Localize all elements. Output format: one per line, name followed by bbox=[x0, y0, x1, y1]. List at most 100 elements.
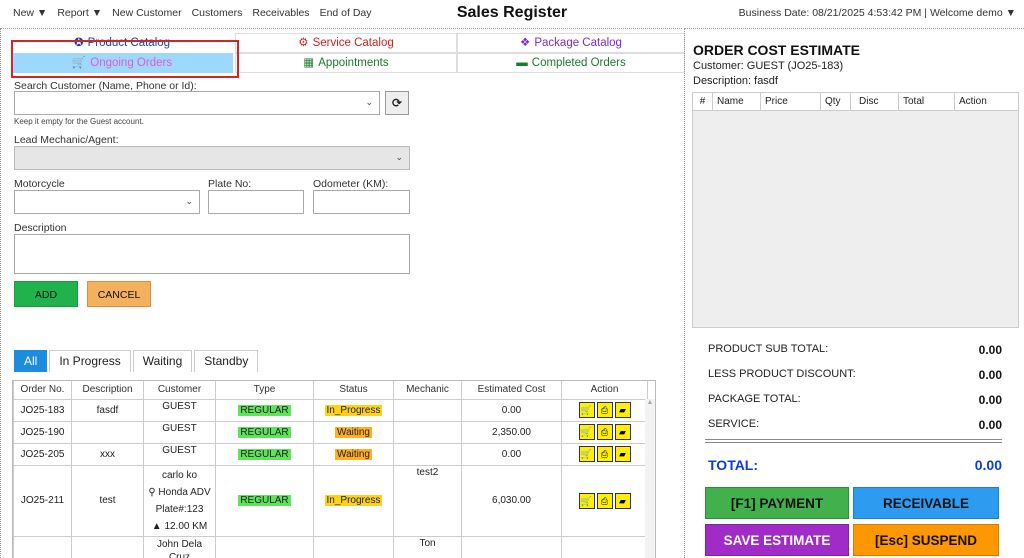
order-cost: 0.00 bbox=[461, 442, 562, 466]
col-status[interactable]: Status bbox=[313, 381, 394, 400]
cart-icon[interactable]: 🛒 bbox=[578, 492, 595, 509]
orders-table-container: Order No. Description Customer Type Stat… bbox=[12, 380, 656, 558]
order-status: In_Progress bbox=[313, 464, 394, 537]
tab-appointments[interactable]: ▦ Appointments bbox=[235, 53, 457, 73]
menu-customers[interactable]: Customers bbox=[192, 7, 243, 19]
tab-waiting[interactable]: Waiting bbox=[132, 350, 193, 372]
col-type[interactable]: Type bbox=[215, 381, 314, 400]
tab-in-progress[interactable]: In Progress bbox=[49, 350, 131, 372]
order-cost: 6,030.00 bbox=[461, 464, 562, 537]
table-row[interactable]: JO25-211 test carlo ko ⚲ Honda ADV Plate… bbox=[13, 464, 648, 537]
order-no bbox=[13, 535, 72, 558]
plate-input[interactable] bbox=[208, 190, 304, 214]
tab-standby[interactable]: Standby bbox=[194, 350, 259, 372]
order-mechanic bbox=[393, 420, 462, 444]
cart-icon[interactable]: 🛒 bbox=[578, 424, 595, 440]
menu-new[interactable]: New ▼ bbox=[13, 7, 47, 19]
order-status: In_Progress bbox=[313, 398, 394, 422]
search-customer-select[interactable]: ⌄ bbox=[14, 91, 380, 115]
estimate-customer: Customer: GUEST (JO25-183) bbox=[693, 60, 844, 72]
order-customer: GUEST bbox=[143, 420, 216, 444]
tab-completed-orders[interactable]: ▬ Completed Orders bbox=[457, 53, 685, 73]
table-row[interactable]: John Dela Cruz 09999999999 Ton bbox=[13, 535, 648, 558]
order-status: Waiting bbox=[313, 442, 394, 466]
cart-icon[interactable]: 🛒 bbox=[578, 402, 595, 418]
lead-mechanic-select[interactable]: ⌄ bbox=[14, 146, 410, 170]
print-icon[interactable]: ⎙ bbox=[596, 446, 613, 462]
order-type: REGULAR bbox=[215, 398, 314, 422]
dropbox-icon: ❖ bbox=[520, 37, 531, 49]
order-no: JO25-190 bbox=[13, 420, 72, 444]
order-customer: carlo ko ⚲ Honda ADV Plate#:123 ▲ 12.00 … bbox=[143, 464, 216, 537]
chevron-down-icon: ⌄ bbox=[185, 196, 193, 206]
product-icon: ✪ bbox=[73, 37, 84, 49]
tab-product-catalog[interactable]: ✪ Product Catalog bbox=[9, 33, 235, 53]
estimate-description: Description: fasdf bbox=[693, 75, 778, 87]
menu-report[interactable]: Report ▼ bbox=[57, 7, 102, 19]
order-cost: 0.00 bbox=[461, 398, 562, 422]
col-order-no[interactable]: Order No. bbox=[13, 381, 72, 400]
order-mechanic: Ton bbox=[393, 535, 462, 558]
table-row[interactable]: JO25-183 fasdf GUEST REGULAR In_Progress… bbox=[13, 398, 648, 422]
guest-hint: Keep it empty for the Guest account. bbox=[14, 117, 144, 126]
odometer-value: 12.00 KM bbox=[164, 520, 208, 532]
menu-end-of-day[interactable]: End of Day bbox=[320, 7, 372, 19]
add-button[interactable]: ADD bbox=[14, 281, 78, 307]
suspend-button[interactable]: [Esc] SUSPEND bbox=[853, 524, 999, 556]
tab-ongoing-orders[interactable]: 🛒 Ongoing Orders bbox=[11, 53, 233, 73]
customer-name: carlo ko bbox=[161, 469, 197, 481]
receivable-button[interactable]: RECEIVABLE bbox=[853, 487, 999, 519]
col-description[interactable]: Description bbox=[71, 381, 144, 400]
print-icon[interactable]: ⎙ bbox=[596, 402, 613, 418]
odometer-input[interactable] bbox=[313, 190, 410, 214]
folder-icon[interactable]: ▰ bbox=[614, 424, 631, 440]
business-date-user[interactable]: Business Date: 08/21/2025 4:53:42 PM | W… bbox=[739, 7, 1016, 19]
col-customer[interactable]: Customer bbox=[143, 381, 216, 400]
motorcycle-label: Motorcycle bbox=[14, 178, 65, 190]
total-value: 0.00 bbox=[974, 457, 1002, 473]
table-scrollbar[interactable]: ▲ bbox=[645, 399, 655, 558]
description-textarea[interactable] bbox=[14, 234, 410, 274]
tab-label: Package Catalog bbox=[534, 37, 622, 49]
order-cost bbox=[461, 535, 562, 558]
order-desc: test bbox=[71, 464, 144, 537]
tab-label: Product Catalog bbox=[87, 37, 171, 49]
tab-package-catalog[interactable]: ❖ Package Catalog bbox=[457, 33, 685, 53]
col-estimated-cost[interactable]: Estimated Cost bbox=[461, 381, 562, 400]
type-badge: REGULAR bbox=[238, 448, 291, 460]
menu-receivables[interactable]: Receivables bbox=[252, 7, 309, 19]
estimate-table-header: # Name Price Qty Disc Total Action bbox=[693, 93, 1018, 111]
print-icon[interactable]: ⎙ bbox=[596, 492, 613, 509]
status-badge: Waiting bbox=[335, 448, 372, 460]
refresh-icon: ⟳ bbox=[391, 96, 403, 110]
menu-new-customer[interactable]: New Customer bbox=[112, 7, 181, 19]
refresh-button[interactable]: ⟳ bbox=[385, 91, 409, 115]
vehicle-name: Honda ADV bbox=[158, 486, 211, 498]
order-mechanic bbox=[393, 442, 462, 466]
chevron-down-icon: ⌄ bbox=[365, 97, 373, 107]
tab-service-catalog[interactable]: ⚙ Service Catalog bbox=[235, 33, 457, 53]
print-icon[interactable]: ⎙ bbox=[596, 424, 613, 440]
orders-table: Order No. Description Customer Type Stat… bbox=[13, 381, 648, 558]
folder-icon[interactable]: ▰ bbox=[614, 446, 631, 462]
order-no: JO25-211 bbox=[13, 464, 72, 537]
plate-label: Plate No: bbox=[208, 178, 252, 190]
cancel-button[interactable]: CANCEL bbox=[87, 281, 151, 307]
tab-all[interactable]: All bbox=[14, 350, 48, 372]
col-number: # bbox=[693, 93, 713, 110]
table-row[interactable]: JO25-190 GUEST REGULAR Waiting 2,350.00 … bbox=[13, 420, 648, 444]
cart-icon[interactable]: 🛒 bbox=[578, 446, 595, 462]
estimate-items-table: # Name Price Qty Disc Total Action bbox=[692, 92, 1019, 328]
order-actions: 🛒 ⎙ ▰ bbox=[561, 398, 648, 422]
save-estimate-button[interactable]: SAVE ESTIMATE bbox=[705, 524, 849, 556]
folder-icon[interactable]: ▰ bbox=[614, 492, 631, 509]
product-subtotal-value: 0.00 bbox=[978, 343, 1002, 357]
payment-button[interactable]: [F1] PAYMENT bbox=[705, 487, 849, 519]
scroll-up-icon[interactable]: ▲ bbox=[645, 399, 655, 406]
motorcycle-select[interactable]: ⌄ bbox=[14, 190, 200, 214]
order-type: REGULAR bbox=[215, 442, 314, 466]
col-mechanic[interactable]: Mechanic bbox=[393, 381, 462, 400]
table-row[interactable]: JO25-205 xxx GUEST REGULAR Waiting 0.00 … bbox=[13, 442, 648, 466]
col-action: Action bbox=[959, 96, 987, 107]
folder-icon[interactable]: ▰ bbox=[614, 402, 631, 418]
